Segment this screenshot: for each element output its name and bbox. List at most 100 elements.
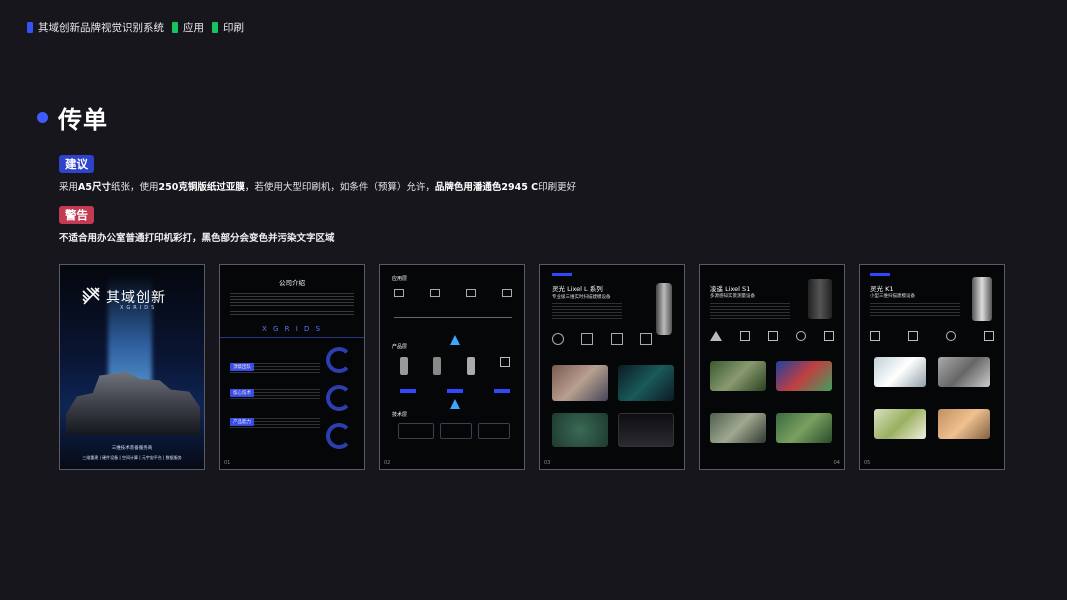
flyer-subtitle: 专业级三维实时扫描建模设备 xyxy=(552,295,611,300)
feature-icon xyxy=(740,331,750,341)
cover-subtitle: 三维技术装备服务商 xyxy=(111,446,153,451)
scan-photo xyxy=(618,413,674,447)
survey-photo xyxy=(776,413,832,443)
feature-icon xyxy=(710,331,722,341)
tag xyxy=(447,389,463,393)
page-number: 02 xyxy=(384,460,391,466)
feature-icon xyxy=(581,333,594,345)
flyer-architecture: 应用层 产品层 技术层 02 xyxy=(379,264,525,470)
brand-tag xyxy=(552,273,572,276)
cover-brand-name: 其域创新 xyxy=(106,290,166,306)
survey-photo xyxy=(710,413,766,443)
breadcrumb-item-brand[interactable]: 其域创新品牌视觉识别系统 xyxy=(38,20,164,35)
divider xyxy=(220,337,364,338)
arrow-up-icon xyxy=(450,335,460,345)
breadcrumb-item-print[interactable]: 印刷 xyxy=(223,20,244,35)
feature-icons xyxy=(552,333,652,355)
tech-block xyxy=(398,423,434,439)
scan-photo xyxy=(618,365,674,401)
app-icon xyxy=(394,289,404,297)
section-text xyxy=(230,363,320,373)
product-image xyxy=(656,283,672,335)
feature-icon xyxy=(908,331,918,341)
intro-paragraph xyxy=(870,303,960,317)
cover-brand-en: XGRIDS xyxy=(120,305,158,311)
tag xyxy=(400,389,416,393)
use-case-photo xyxy=(874,409,926,439)
decor-arc xyxy=(326,347,352,373)
xgrids-logo-icon xyxy=(82,287,100,305)
breadcrumb-marker xyxy=(212,21,218,33)
product-image xyxy=(433,357,442,375)
page-number: 01 xyxy=(224,460,231,466)
feature-icon xyxy=(639,333,652,345)
product-image xyxy=(808,279,832,319)
feature-icon xyxy=(552,333,564,345)
title-bullet-icon xyxy=(37,112,48,123)
use-case-photo xyxy=(874,357,926,387)
section-heading: 技术层 xyxy=(392,412,408,418)
feature-icon xyxy=(984,331,994,341)
flyer-title: 灵光 Lixel L 系列 xyxy=(552,285,603,293)
intro-paragraph xyxy=(230,293,354,307)
brand-tag xyxy=(870,273,890,276)
product-image xyxy=(466,357,475,375)
connector-line xyxy=(394,317,512,318)
page-number: 05 xyxy=(864,460,871,466)
product-image xyxy=(400,357,408,375)
flyer-company-intro: 公司介绍 X G R I D S 顶级团队 核心技术 产品能力 01 xyxy=(219,264,365,470)
flyer-title: 灵光 K1 xyxy=(870,285,894,293)
arrow-up-icon xyxy=(450,399,460,409)
tag xyxy=(494,389,510,393)
use-case-photo xyxy=(938,357,990,387)
breadcrumb-marker xyxy=(27,21,33,33)
feature-icons xyxy=(870,331,994,345)
product-row xyxy=(400,357,510,377)
page-number: 03 xyxy=(544,460,551,466)
app-icon xyxy=(502,289,512,297)
use-case-photo xyxy=(938,409,990,439)
feature-icons xyxy=(710,331,834,345)
section-heading: 产品层 xyxy=(392,344,408,350)
section-text xyxy=(230,389,320,401)
page-title-row: 传单 xyxy=(37,100,108,135)
flyer-lixel-l: 灵光 Lixel L 系列 专业级三维实时扫描建模设备 03 xyxy=(539,264,685,470)
brand-en-mark: X G R I D S xyxy=(261,325,323,333)
decor-arc xyxy=(326,423,352,449)
cover-tagline: 三维重建 | 硬件设备 | 空间计算 | 元宇宙平台 | 数据服务 xyxy=(82,455,182,460)
feature-icon xyxy=(610,333,623,345)
section-text xyxy=(230,418,320,430)
warning-text: 不适合用办公室普通打印机彩打，黑色部分会变色并污染文字区域 xyxy=(59,233,335,244)
survey-photo xyxy=(776,361,832,391)
page-title: 传单 xyxy=(58,106,108,134)
breadcrumb-marker xyxy=(172,21,178,33)
intro-paragraph xyxy=(552,303,622,321)
suggestion-badge: 建议 xyxy=(59,155,94,173)
product-image xyxy=(972,277,992,321)
decor-arc xyxy=(326,385,352,411)
flyer-lixel-s1: 凌遥 Lixel S1 多源感知实景测量设备 04 xyxy=(699,264,845,470)
breadcrumb-item-application[interactable]: 应用 xyxy=(183,20,204,35)
feature-icon xyxy=(870,331,880,341)
scan-photo xyxy=(552,365,608,401)
feature-icon xyxy=(946,331,956,341)
flyer-subtitle: 多源感知实景测量设备 xyxy=(710,294,755,299)
section-heading: 应用层 xyxy=(392,276,408,282)
flyer-k1: 灵光 K1 小型三维扫描建模设备 05 xyxy=(859,264,1005,470)
feature-icon xyxy=(824,331,834,341)
scan-photo xyxy=(552,413,608,447)
product-image xyxy=(499,357,510,367)
feature-icon xyxy=(796,331,806,341)
flyer-title: 公司介绍 xyxy=(279,279,305,287)
intro-paragraph xyxy=(230,311,354,317)
app-icon xyxy=(466,289,476,297)
tech-block xyxy=(440,423,472,439)
feature-icon xyxy=(768,331,778,341)
warning-badge: 警告 xyxy=(59,206,94,224)
suggestion-text: 采用A5尺寸纸张，使用250克铜版纸过亚膜，若使用大型印刷机，如条件（预算）允许… xyxy=(59,182,577,193)
app-icon xyxy=(430,289,440,297)
flyer-cover: 其域创新 XGRIDS 三维技术装备服务商 三维重建 | 硬件设备 | 空间计算… xyxy=(59,264,205,470)
flyer-title: 凌遥 Lixel S1 xyxy=(710,285,751,293)
intro-paragraph xyxy=(710,303,790,319)
app-icon-row xyxy=(394,289,512,333)
